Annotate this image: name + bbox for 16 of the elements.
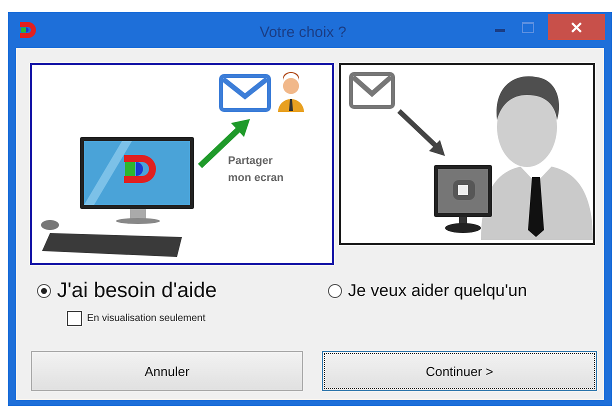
share-caption: Partager mon ecran bbox=[228, 155, 284, 184]
radio-button[interactable]: J'ai besoin d'aide bbox=[37, 279, 328, 303]
dialog-button[interactable]: Annuler bbox=[31, 351, 303, 391]
close-button[interactable] bbox=[548, 14, 605, 40]
person-icon bbox=[278, 72, 304, 112]
radio-button[interactable]: Je veux aider quelqu'un bbox=[328, 281, 604, 301]
envelope-icon bbox=[349, 72, 395, 109]
option-card[interactable] bbox=[339, 63, 595, 245]
checkbox[interactable]: En visualisation seulement bbox=[67, 311, 206, 326]
close-icon bbox=[571, 22, 582, 32]
dialog-button[interactable]: Continuer > bbox=[322, 351, 597, 391]
monitor-icon bbox=[434, 165, 492, 233]
window-title: Votre choix ? bbox=[258, 24, 348, 40]
envelope-icon bbox=[219, 74, 271, 112]
option-card[interactable]: Partager mon ecran bbox=[30, 63, 334, 265]
arrow-icon bbox=[397, 109, 445, 156]
